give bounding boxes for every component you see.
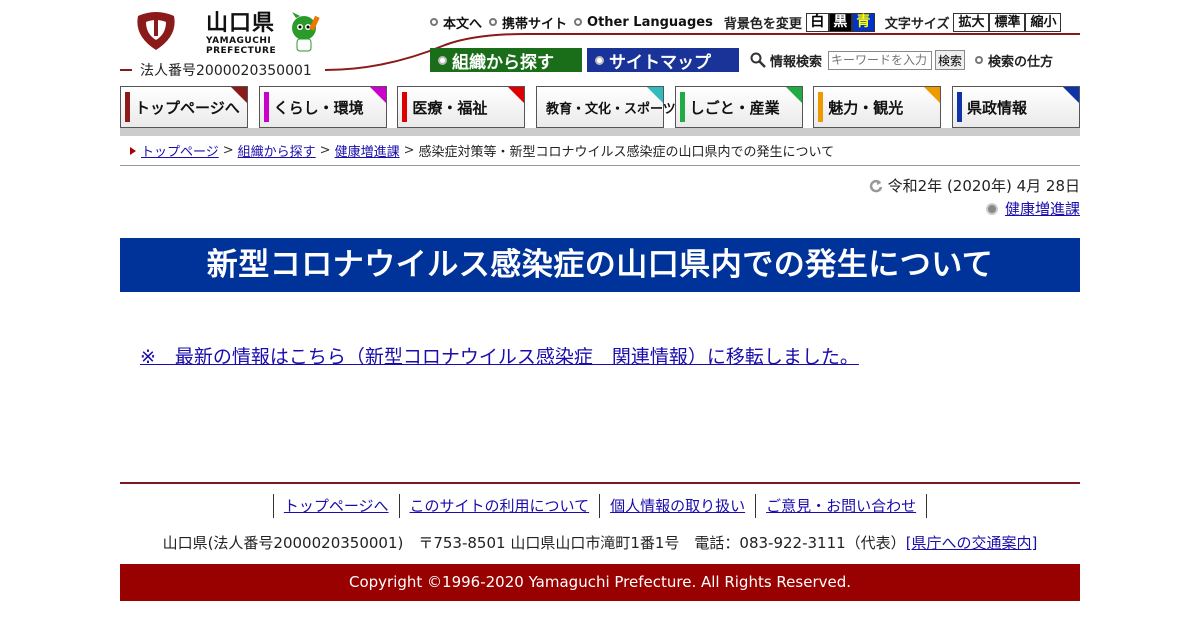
footer-link-contact[interactable]: ご意見・お問い合わせ	[755, 494, 928, 518]
bullet-icon	[985, 202, 998, 215]
bg-black-button[interactable]: 黒	[828, 12, 852, 32]
breadcrumb-top-link[interactable]: トップページ	[141, 141, 219, 160]
nav-corner-triangle-icon	[231, 87, 247, 103]
bullet-icon	[438, 55, 447, 65]
site-search: 情報検索 検索 検索の仕方	[750, 48, 1053, 72]
bullet-icon	[489, 18, 498, 26]
bg-color-label: 背景色を変更	[723, 16, 802, 32]
nav-item-1[interactable]: くらし・環境	[258, 86, 387, 128]
nav-subbar	[120, 128, 1080, 136]
corp-number-line	[120, 69, 132, 71]
access-link[interactable]: [県庁への交通案内]	[906, 534, 1038, 552]
bullet-icon	[975, 56, 984, 64]
nav-corner-triangle-icon	[646, 87, 663, 103]
nav-item-label: 医療・福祉	[412, 98, 488, 117]
logo-name-en-1: YAMAGUCHI	[206, 36, 272, 46]
global-nav: トップページへ くらし・環境 医療・福祉 教育・文化・スポーツ しごと・産業 魅力・観光 県…	[120, 86, 1080, 128]
nav-color-bar	[679, 92, 685, 122]
breadcrumb-separator: >	[403, 143, 415, 158]
notice-link[interactable]: ※ 最新の情報はこちら（新型コロナウイルス感染症 関連情報）に移転しました。	[140, 346, 859, 368]
breadcrumb: トップページ > 組織から探す > 健康増進課 > 感染症対策等・新型コロナウイ…	[130, 141, 834, 160]
logo-name-ja: 山口県	[206, 11, 276, 36]
search-button[interactable]: 検索	[935, 50, 966, 70]
update-date-text: 令和2年 (2020年) 4月 28日	[887, 177, 1080, 195]
copyright: Copyright ©1996-2020 Yamaguchi Prefectur…	[120, 564, 1080, 601]
nav-item-label: 魅力・観光	[828, 98, 904, 117]
nav-corner-triangle-icon	[1062, 87, 1079, 103]
other-languages-link[interactable]: Other Languages	[574, 15, 713, 30]
logo-name-en-2: PREFECTURE	[206, 46, 277, 56]
nav-color-bar	[818, 92, 824, 122]
bullet-icon	[574, 18, 583, 26]
search-input[interactable]	[828, 50, 933, 70]
mascot-chorupy-icon	[292, 12, 320, 52]
nav-item-label: トップページへ	[135, 98, 240, 117]
search-howto-link[interactable]: 検索の仕方	[975, 51, 1053, 70]
corporate-number: 法人番号2000020350001	[140, 63, 312, 79]
breadcrumb-current: 感染症対策等・新型コロナウイルス感染症の山口県内での発生について	[418, 145, 835, 160]
footer-link-top[interactable]: トップページへ	[272, 494, 399, 518]
bg-blue-button[interactable]: 青	[851, 12, 875, 32]
refresh-icon	[869, 179, 882, 192]
font-size-label: 文字サイズ	[884, 16, 950, 32]
department-link[interactable]: 健康増進課	[1005, 198, 1080, 219]
breadcrumb-separator: >	[222, 143, 234, 158]
yamaguchi-emblem-icon[interactable]	[134, 10, 178, 52]
nav-item-3[interactable]: 教育・文化・スポーツ	[535, 86, 676, 128]
address-text: 山口県(法人番号2000020350001) 〒753-8501 山口県山口市滝…	[162, 534, 906, 552]
search-icon	[750, 52, 766, 68]
mobile-site-link[interactable]: 携帯サイト	[489, 13, 567, 32]
utility-links: 本文へ 携帯サイト Other Languages 背景色を変更 白 黒 青 文…	[430, 12, 1062, 32]
breadcrumb-arrow-icon	[130, 146, 136, 155]
bg-white-button[interactable]: 白	[805, 12, 829, 32]
other-languages-label: Other Languages	[587, 14, 713, 30]
skip-to-content-label: 本文へ	[443, 16, 483, 32]
sitemap-button[interactable]: サイトマップ	[587, 48, 739, 73]
nav-corner-triangle-icon	[785, 87, 802, 103]
search-label: 情報検索	[770, 54, 823, 70]
skip-to-content-link[interactable]: 本文へ	[430, 13, 482, 32]
font-larger-button[interactable]: 拡大	[953, 12, 990, 32]
page-title: 新型コロナウイルス感染症の山口県内での発生について	[120, 238, 1080, 292]
nav-corner-triangle-icon	[369, 87, 386, 103]
font-standard-button[interactable]: 標準	[989, 12, 1026, 32]
footer-link-terms[interactable]: このサイトの利用について	[398, 494, 600, 518]
search-by-organization-button[interactable]: 組織から探す	[430, 48, 582, 73]
department-link-row: 健康増進課	[985, 198, 1080, 219]
footer-link-privacy[interactable]: 個人情報の取り扱い	[599, 494, 755, 518]
breadcrumb-organization-link[interactable]: 組織から探す	[238, 141, 316, 160]
search-howto-label: 検索の仕方	[988, 54, 1054, 70]
bullet-icon	[595, 55, 604, 65]
nav-item-6[interactable]: 県政情報	[951, 86, 1080, 128]
nav-item-4[interactable]: しごと・産業	[674, 86, 803, 128]
bullet-icon	[430, 18, 438, 26]
nav-item-0[interactable]: トップページへ	[120, 86, 248, 128]
nav-color-bar	[263, 92, 269, 122]
footer-address: 山口県(法人番号2000020350001) 〒753-8501 山口県山口市滝…	[120, 532, 1080, 553]
nav-item-label: しごと・産業	[689, 98, 780, 117]
font-smaller-button[interactable]: 縮小	[1025, 12, 1062, 32]
footer-links: トップページへ このサイトの利用について 個人情報の取り扱い ご意見・お問い合わ…	[120, 494, 1080, 518]
update-date: 令和2年 (2020年) 4月 28日	[869, 175, 1080, 196]
nav-color-bar	[125, 92, 130, 122]
sitemap-label: サイトマップ	[609, 52, 711, 73]
breadcrumb-separator: >	[319, 143, 331, 158]
footer-divider	[120, 482, 1080, 484]
nav-color-bar	[956, 92, 962, 122]
nav-color-bar	[402, 92, 408, 122]
breadcrumb-department-link[interactable]: 健康増進課	[335, 141, 400, 160]
nav-item-2[interactable]: 医療・福祉	[397, 86, 526, 128]
page: 山口県 YAMAGUCHI PREFECTURE 法人番号20000203500…	[120, 0, 1080, 630]
breadcrumb-divider	[120, 165, 1080, 166]
nav-corner-triangle-icon	[508, 87, 525, 103]
nav-corner-triangle-icon	[924, 87, 941, 103]
nav-item-label: くらし・環境	[273, 98, 364, 117]
logo-text[interactable]: 山口県 YAMAGUCHI PREFECTURE	[206, 11, 277, 57]
search-by-organization-label: 組織から探す	[452, 52, 554, 73]
mobile-site-label: 携帯サイト	[502, 16, 568, 32]
notice: ※ 最新の情報はこちら（新型コロナウイルス感染症 関連情報）に移転しました。	[140, 342, 859, 369]
nav-item-5[interactable]: 魅力・観光	[813, 86, 942, 128]
nav-item-label: 県政情報	[966, 98, 1027, 117]
